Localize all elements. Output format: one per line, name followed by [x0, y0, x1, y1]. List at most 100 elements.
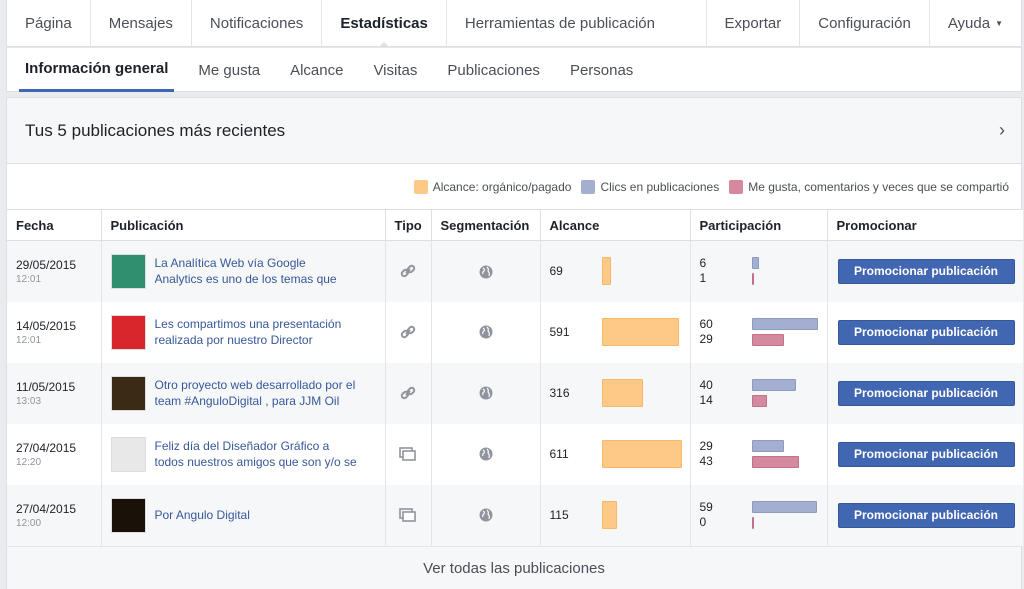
col-promocionar: Promocionar [827, 209, 1023, 241]
promote-post-button[interactable]: Promocionar publicación [837, 319, 1015, 345]
cell-targeting [431, 240, 541, 302]
tab-personas[interactable]: Personas [564, 48, 639, 92]
post-thumbnail[interactable] [110, 497, 146, 533]
reach-bar [601, 501, 617, 529]
nav-configuracion[interactable]: Configuración [800, 0, 930, 47]
panel-header[interactable]: Tus 5 publicaciones más recientes › [7, 98, 1021, 164]
cell-type [385, 423, 432, 485]
nav-exportar[interactable]: Exportar [705, 0, 801, 47]
post-text-line2: team #AnguloDigital , para JJM Oil [154, 394, 340, 408]
post-date: 11/05/2015 [16, 379, 76, 394]
nav-herramientas[interactable]: Herramientas de publicación [447, 0, 673, 47]
nav-notificaciones[interactable]: Notificaciones [192, 0, 323, 47]
cell-date: 14/05/2015 12:01 [7, 301, 102, 363]
promote-post-button[interactable]: Promocionar publicación [837, 380, 1015, 406]
cell-type [385, 301, 432, 363]
legend: Alcance: orgánico/pagado Clics en public… [7, 164, 1021, 209]
link-icon [400, 385, 416, 400]
post-thumbnail[interactable] [110, 375, 146, 411]
post-time: 13:03 [16, 395, 42, 407]
reach-bar [601, 379, 643, 407]
post-text-link[interactable]: La Analítica Web vía Google Analytics es … [155, 255, 381, 287]
tab-publicaciones[interactable]: Publicaciones [441, 48, 546, 92]
clicks-bar [751, 501, 817, 513]
cell-date: 27/04/2015 12:00 [7, 484, 102, 546]
col-participacion[interactable]: Participación [690, 209, 828, 241]
legend-item: Me gusta, comentarios y veces que se com… [729, 179, 1009, 194]
table-row: 27/04/2015 12:00 Por Angulo Digital 115 59 0 P… [7, 484, 1023, 546]
chevron-right-icon[interactable]: › [999, 120, 1005, 141]
clicks-value: 60 [699, 317, 713, 331]
reach-value: 69 [549, 264, 563, 279]
post-text-line1: Les compartimos una presentación [154, 317, 342, 331]
album-icon [399, 508, 417, 523]
tab-alcance[interactable]: Alcance [284, 48, 349, 92]
likes-value: 43 [699, 454, 713, 468]
post-text-link[interactable]: Por Angulo Digital [155, 507, 381, 523]
table-header-row: Fecha Publicación Tipo Segmentación Alca… [7, 209, 1023, 241]
post-thumbnail[interactable] [110, 253, 146, 289]
legend-item: Clics en publicaciones [581, 179, 720, 194]
cell-date: 11/05/2015 13:03 [7, 362, 102, 424]
col-fecha[interactable]: Fecha [7, 209, 102, 241]
post-text-link[interactable]: Les compartimos una presentación realizad… [155, 316, 381, 348]
cell-promote: Promocionar publicación [827, 362, 1023, 424]
clicks-value: 40 [699, 378, 713, 392]
cell-publication: La Analítica Web vía Google Analytics es … [101, 240, 386, 302]
reach-bar [601, 318, 679, 346]
cell-engagement: 40 14 [690, 362, 828, 424]
cell-date: 27/04/2015 12:20 [7, 423, 102, 485]
tab-informacion-general[interactable]: Información general [19, 48, 175, 92]
nav-mensajes[interactable]: Mensajes [91, 0, 192, 47]
cell-engagement: 29 43 [690, 423, 828, 485]
post-text-line1: Otro proyecto web desarrollado por el [154, 378, 356, 392]
post-thumbnail[interactable] [110, 314, 146, 350]
recent-posts-panel: Tus 5 publicaciones más recientes › Alca… [6, 97, 1023, 589]
promote-post-button[interactable]: Promocionar publicación [837, 502, 1015, 528]
promote-post-button[interactable]: Promocionar publicación [837, 441, 1015, 467]
post-date: 27/04/2015 [16, 501, 77, 516]
cell-targeting [431, 362, 541, 424]
globe-icon [479, 325, 493, 339]
likes-value: 1 [699, 271, 707, 286]
clicks-bar [751, 440, 784, 452]
cell-promote: Promocionar publicación [827, 301, 1023, 363]
cell-reach: 591 [540, 301, 691, 363]
insights-sub-nav: Información general Me gusta Alcance Vis… [6, 47, 1022, 92]
cell-publication: Otro proyecto web desarrollado por el tea… [101, 362, 386, 424]
nav-pagina[interactable]: Página [7, 0, 91, 47]
cell-publication: Les compartimos una presentación realizad… [101, 301, 386, 363]
cell-reach: 69 [540, 240, 691, 302]
post-thumbnail[interactable] [110, 436, 146, 472]
likes-bar [751, 517, 754, 529]
col-publicacion[interactable]: Publicación [101, 209, 386, 241]
see-all-posts-link[interactable]: Ver todas las publicaciones [7, 545, 1021, 589]
likes-value: 14 [699, 393, 713, 407]
post-text-link[interactable]: Otro proyecto web desarrollado por el tea… [155, 377, 381, 409]
promote-post-button[interactable]: Promocionar publicación [837, 258, 1015, 284]
nav-ayuda[interactable]: Ayuda ▼ [930, 0, 1021, 47]
likes-bar [751, 334, 784, 346]
post-date: 27/04/2015 [16, 440, 77, 455]
legend-label: Clics en publicaciones [600, 179, 720, 194]
cell-publication: Feliz día del Diseñador Gráfico a todos n… [101, 423, 386, 485]
chevron-down-icon: ▼ [995, 18, 1003, 28]
nav-estadisticas[interactable]: Estadísticas [322, 0, 447, 48]
tab-me-gusta[interactable]: Me gusta [192, 48, 266, 92]
tab-visitas[interactable]: Visitas [367, 48, 423, 92]
post-text-line2: todos nuestros amigos que son y/o se [154, 455, 357, 469]
globe-icon [479, 264, 493, 279]
legend-label: Alcance: orgánico/pagado [432, 179, 572, 194]
cell-reach: 611 [540, 423, 691, 485]
col-alcance[interactable]: Alcance [540, 209, 691, 241]
cell-publication: Por Angulo Digital [101, 484, 386, 546]
post-text-line2: Analytics es uno de los temas que [154, 272, 337, 287]
reach-value: 115 [549, 508, 569, 522]
post-text-link[interactable]: Feliz día del Diseñador Gráfico a todos n… [155, 438, 381, 470]
cell-targeting [431, 423, 541, 485]
legend-item: Alcance: orgánico/pagado [413, 179, 572, 194]
reach-bar [601, 440, 682, 468]
clicks-value: 6 [699, 256, 707, 271]
col-tipo[interactable]: Tipo [385, 209, 432, 241]
col-segmentacion[interactable]: Segmentación [431, 209, 541, 241]
